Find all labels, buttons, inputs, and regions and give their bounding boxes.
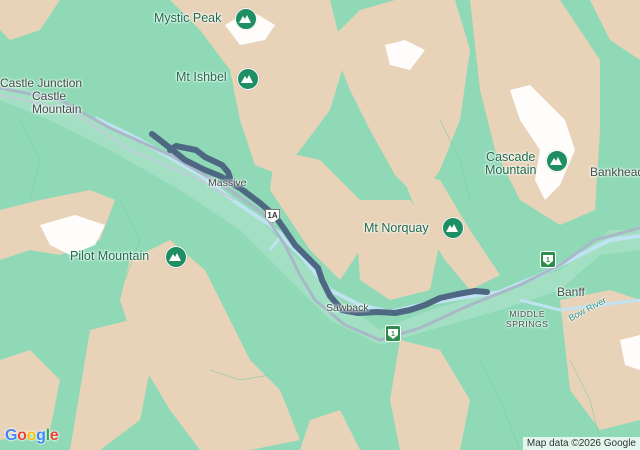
highway-1-shield-icon: 1 — [540, 251, 556, 268]
svg-text:1: 1 — [391, 331, 395, 338]
mystic-peak-marker-icon[interactable] — [235, 8, 257, 30]
highway-1-shield-icon: 1 — [385, 325, 401, 342]
svg-text:1: 1 — [546, 257, 550, 264]
pilot-mountain-marker-icon[interactable] — [165, 246, 187, 268]
cascade-mountain-marker-icon[interactable] — [546, 150, 568, 172]
mt-norquay-label[interactable]: Mt Norquay — [364, 222, 429, 235]
google-logo[interactable]: Google — [5, 427, 59, 445]
mt-norquay-marker-icon[interactable] — [442, 217, 464, 239]
mystic-peak-label[interactable]: Mystic Peak — [154, 12, 221, 25]
mt-ishbel-label[interactable]: Mt Ishbel — [176, 71, 227, 84]
map-canvas[interactable]: Mystic Peak Mt Ishbel Cascade Mountain M… — [0, 0, 640, 450]
bankhead-label[interactable]: Bankhead — [590, 166, 640, 179]
middle-springs-label[interactable]: MIDDLE SPRINGS — [506, 309, 548, 329]
pilot-mountain-label[interactable]: Pilot Mountain — [70, 250, 149, 263]
map-attribution[interactable]: Map data ©2026 Google — [522, 437, 640, 450]
cascade-mountain-label[interactable]: Cascade Mountain — [485, 151, 536, 177]
terrain-layer — [0, 0, 640, 450]
banff-label[interactable]: Banff — [557, 286, 585, 299]
castle-mountain-label[interactable]: Castle Mountain — [32, 90, 81, 116]
massive-label[interactable]: Massive — [208, 177, 247, 190]
sawback-label[interactable]: Sawback — [326, 302, 369, 315]
mt-ishbel-marker-icon[interactable] — [237, 68, 259, 90]
